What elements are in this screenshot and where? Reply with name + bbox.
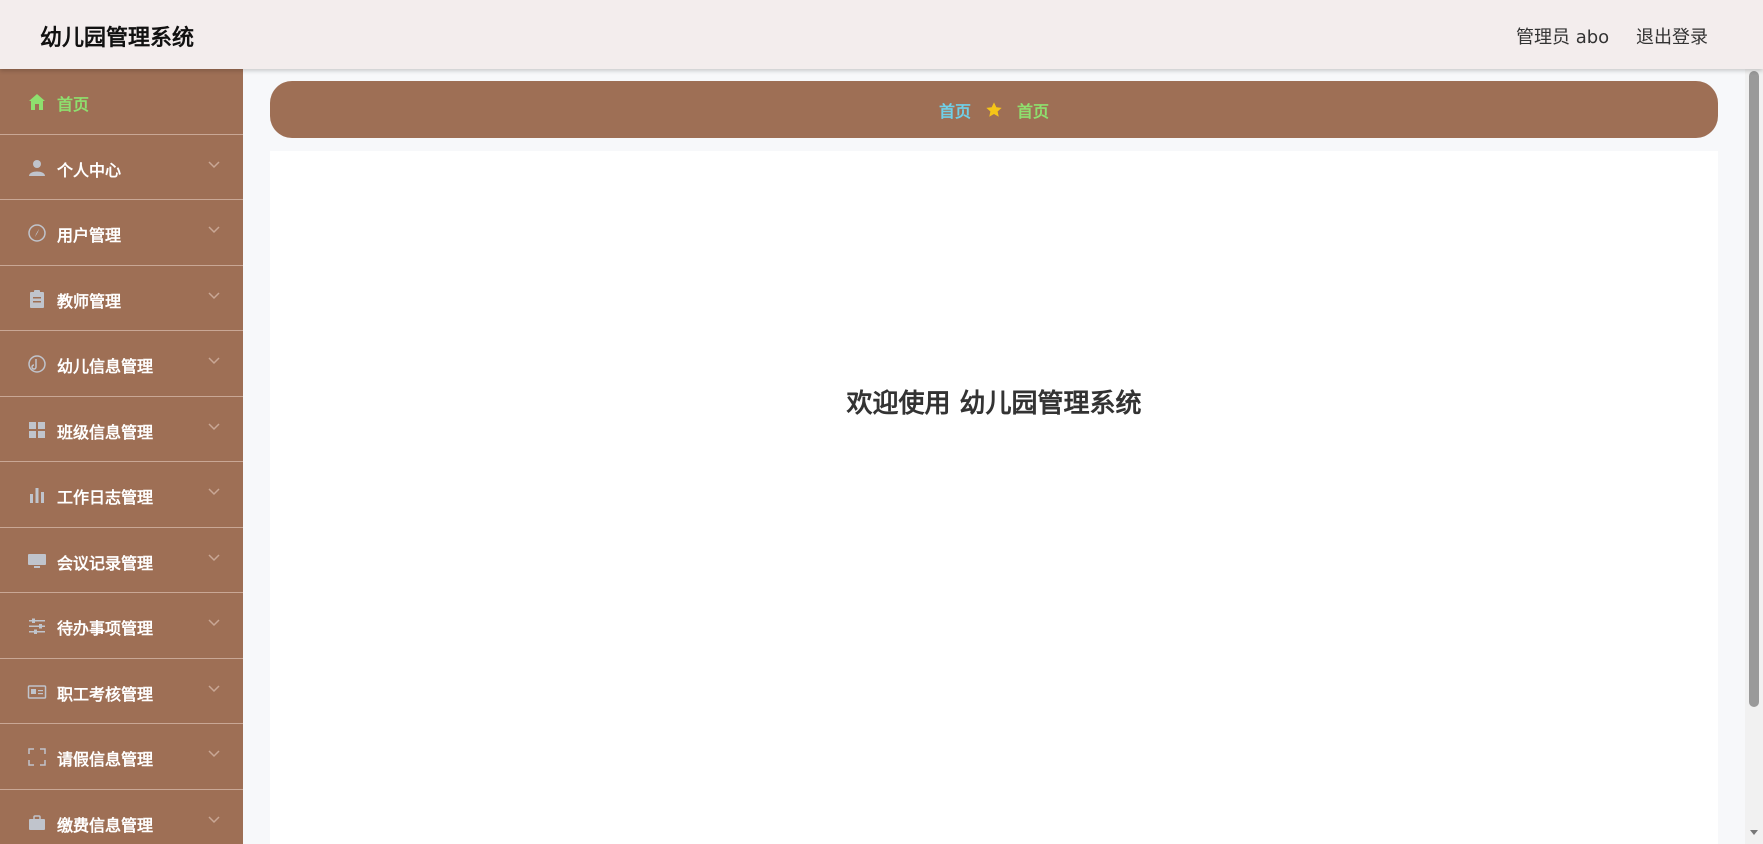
bar-chart-icon bbox=[27, 485, 47, 505]
sidebar-item-label: 个人中心 bbox=[57, 160, 122, 180]
sidebar-item-label: 缴费信息管理 bbox=[57, 815, 154, 835]
sidebar-item-label: 待办事项管理 bbox=[57, 619, 154, 638]
sidebar-item-work-log-management[interactable]: 工作日志管理 bbox=[0, 462, 243, 528]
sidebar-item-label: 职工考核管理 bbox=[57, 684, 154, 704]
monitor-icon bbox=[27, 551, 47, 571]
id-card-icon bbox=[27, 682, 47, 702]
chevron-down-icon bbox=[208, 357, 220, 365]
sidebar-item-todo-management[interactable]: 待办事项管理 bbox=[0, 593, 243, 659]
vertical-scrollbar[interactable] bbox=[1745, 69, 1763, 844]
welcome-message: 欢迎使用 幼儿园管理系统 bbox=[846, 389, 1142, 419]
chevron-down-icon bbox=[208, 619, 220, 627]
compass-icon bbox=[27, 223, 47, 243]
music-disc-icon bbox=[27, 354, 47, 374]
sidebar-item-label: 用户管理 bbox=[57, 226, 122, 245]
sidebar-item-teacher-management[interactable]: 教师管理 bbox=[0, 266, 243, 331]
sidebar-item-leave-info-management[interactable]: 请假信息管理 bbox=[0, 724, 243, 790]
sidebar-item-child-info-management[interactable]: 幼儿信息管理 bbox=[0, 331, 243, 397]
app-title: 幼儿园管理系统 bbox=[40, 26, 195, 51]
top-header: 幼儿园管理系统 管理员 abo 退出登录 bbox=[0, 0, 1763, 69]
sidebar-item-staff-evaluation-management[interactable]: 职工考核管理 bbox=[0, 659, 243, 724]
sidebar-item-label: 班级信息管理 bbox=[57, 422, 154, 442]
sidebar-item-label: 幼儿信息管理 bbox=[57, 357, 154, 376]
scrollbar-thumb[interactable] bbox=[1749, 71, 1759, 707]
chevron-down-icon bbox=[208, 750, 220, 758]
current-user-label: 管理员 abo bbox=[1516, 27, 1610, 48]
breadcrumb: 首页 首页 bbox=[270, 81, 1718, 138]
breadcrumb-home-link[interactable]: 首页 bbox=[939, 98, 971, 122]
sidebar-item-label: 请假信息管理 bbox=[57, 750, 154, 769]
grid-icon bbox=[27, 420, 47, 440]
chevron-down-icon bbox=[208, 815, 220, 823]
sidebar-item-user-management[interactable]: 用户管理 bbox=[0, 200, 243, 266]
chevron-down-icon bbox=[208, 160, 220, 168]
sidebar-item-label: 工作日志管理 bbox=[57, 488, 154, 507]
home-icon bbox=[27, 92, 47, 112]
main-area: 首页 首页 欢迎使用 幼儿园管理系统 bbox=[243, 69, 1745, 844]
breadcrumb-current: 首页 bbox=[1017, 101, 1050, 121]
sidebar-item-home[interactable]: 首页 bbox=[0, 69, 243, 135]
chevron-down-icon bbox=[208, 422, 220, 430]
sidebar-menu: 首页 个人中心 用户管理 教师管理 幼儿信息管理 班级信息管理 工作日志管理 会… bbox=[0, 69, 243, 844]
content-panel: 欢迎使用 幼儿园管理系统 bbox=[270, 151, 1718, 844]
clipboard-icon bbox=[27, 289, 47, 309]
sidebar-item-label: 教师管理 bbox=[57, 291, 122, 311]
chevron-down-icon bbox=[208, 291, 220, 299]
chevron-down-icon bbox=[208, 684, 220, 692]
sidebar-item-label: 会议记录管理 bbox=[57, 553, 154, 573]
scroll-down-arrow-icon[interactable] bbox=[1749, 827, 1759, 837]
sliders-icon bbox=[27, 616, 47, 636]
sidebar-item-personal-center[interactable]: 个人中心 bbox=[0, 135, 243, 200]
sidebar-item-payment-info-management[interactable]: 缴费信息管理 bbox=[0, 790, 243, 844]
sidebar-item-label: 首页 bbox=[57, 95, 90, 114]
logout-link[interactable]: 退出登录 bbox=[1636, 23, 1708, 49]
chevron-down-icon bbox=[208, 488, 220, 496]
user-icon bbox=[27, 158, 47, 178]
sidebar-item-class-info-management[interactable]: 班级信息管理 bbox=[0, 397, 243, 462]
chevron-down-icon bbox=[208, 226, 220, 234]
briefcase-icon bbox=[27, 813, 47, 833]
sidebar-item-meeting-record-management[interactable]: 会议记录管理 bbox=[0, 528, 243, 593]
fullscreen-icon bbox=[27, 747, 47, 767]
chevron-down-icon bbox=[208, 553, 220, 561]
star-icon bbox=[986, 101, 1002, 117]
